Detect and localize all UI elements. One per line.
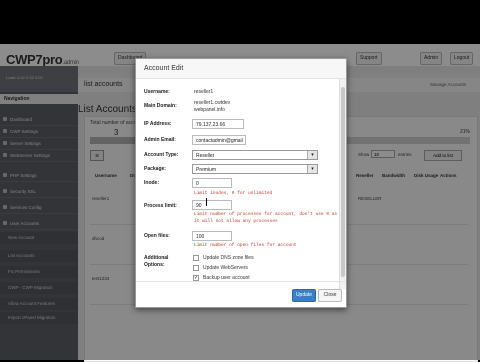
username-value: reseller1: [194, 89, 214, 95]
process-limit-field[interactable]: 90: [192, 200, 232, 210]
update-webservers-label: Update WebServers: [203, 265, 248, 271]
account-edit-modal: Account Edit Username: reseller1 Main Do…: [135, 58, 347, 308]
inode-help: Limit inodes, 0 for unlimited: [194, 191, 273, 196]
ip-address-field[interactable]: 79.137.23.66: [192, 119, 244, 129]
close-button[interactable]: Close: [318, 289, 342, 302]
update-dns-checkbox[interactable]: [193, 255, 199, 261]
open-files-label: Open files:: [144, 233, 170, 239]
update-button[interactable]: Update: [292, 289, 316, 302]
account-type-value: Reseller: [196, 153, 215, 159]
admin-email-label: Admin Email:: [144, 137, 176, 143]
inode-label: Inode:: [144, 180, 159, 186]
additional-options-label-2: Options:: [144, 262, 165, 268]
main-domain-label: Main Domain:: [144, 103, 177, 109]
update-webservers-checkbox[interactable]: [193, 265, 199, 271]
main-domain-line1: reseller1.cwtdev: [194, 100, 231, 106]
chevron-down-icon: ▾: [307, 165, 317, 173]
username-label: Username:: [144, 89, 170, 95]
overlay-sidebar: [0, 66, 78, 360]
additional-options-label-1: Additional: [144, 255, 169, 261]
process-limit-help-line1: Limit number of processes for account, d…: [194, 212, 338, 217]
modal-footer-divider: [136, 281, 346, 282]
ip-address-label: IP Address:: [144, 121, 172, 127]
package-value: Premium: [196, 167, 217, 173]
modal-scroll-thumb[interactable]: [341, 87, 345, 277]
admin-email-field[interactable]: contactadmin@gmail: [192, 135, 246, 145]
package-select[interactable]: Premium ▾: [192, 164, 318, 174]
account-type-select[interactable]: Reseller ▾: [192, 150, 318, 160]
process-limit-label: Process limit:: [144, 203, 177, 209]
text-cursor-icon: [206, 198, 211, 206]
account-type-label: Account Type:: [144, 152, 179, 158]
inode-field[interactable]: 0: [192, 178, 232, 188]
open-files-field[interactable]: 100: [192, 231, 232, 241]
modal-title: Account Edit: [136, 59, 346, 79]
open-files-help: Limit number of open files for account: [194, 243, 297, 248]
overlay-top-left: [0, 44, 78, 66]
process-limit-help-line2: it will not allow any processes: [194, 219, 278, 224]
chevron-down-icon: ▾: [307, 151, 317, 159]
package-label: Package:: [144, 166, 166, 172]
update-dns-label: Update DNS zone files: [203, 255, 254, 261]
screen: CWP7pro.admin Dashboard Support Admin Lo…: [0, 0, 480, 362]
main-domain-line2: webpanel.info: [194, 107, 225, 113]
modal-scrollbar[interactable]: [339, 79, 346, 289]
